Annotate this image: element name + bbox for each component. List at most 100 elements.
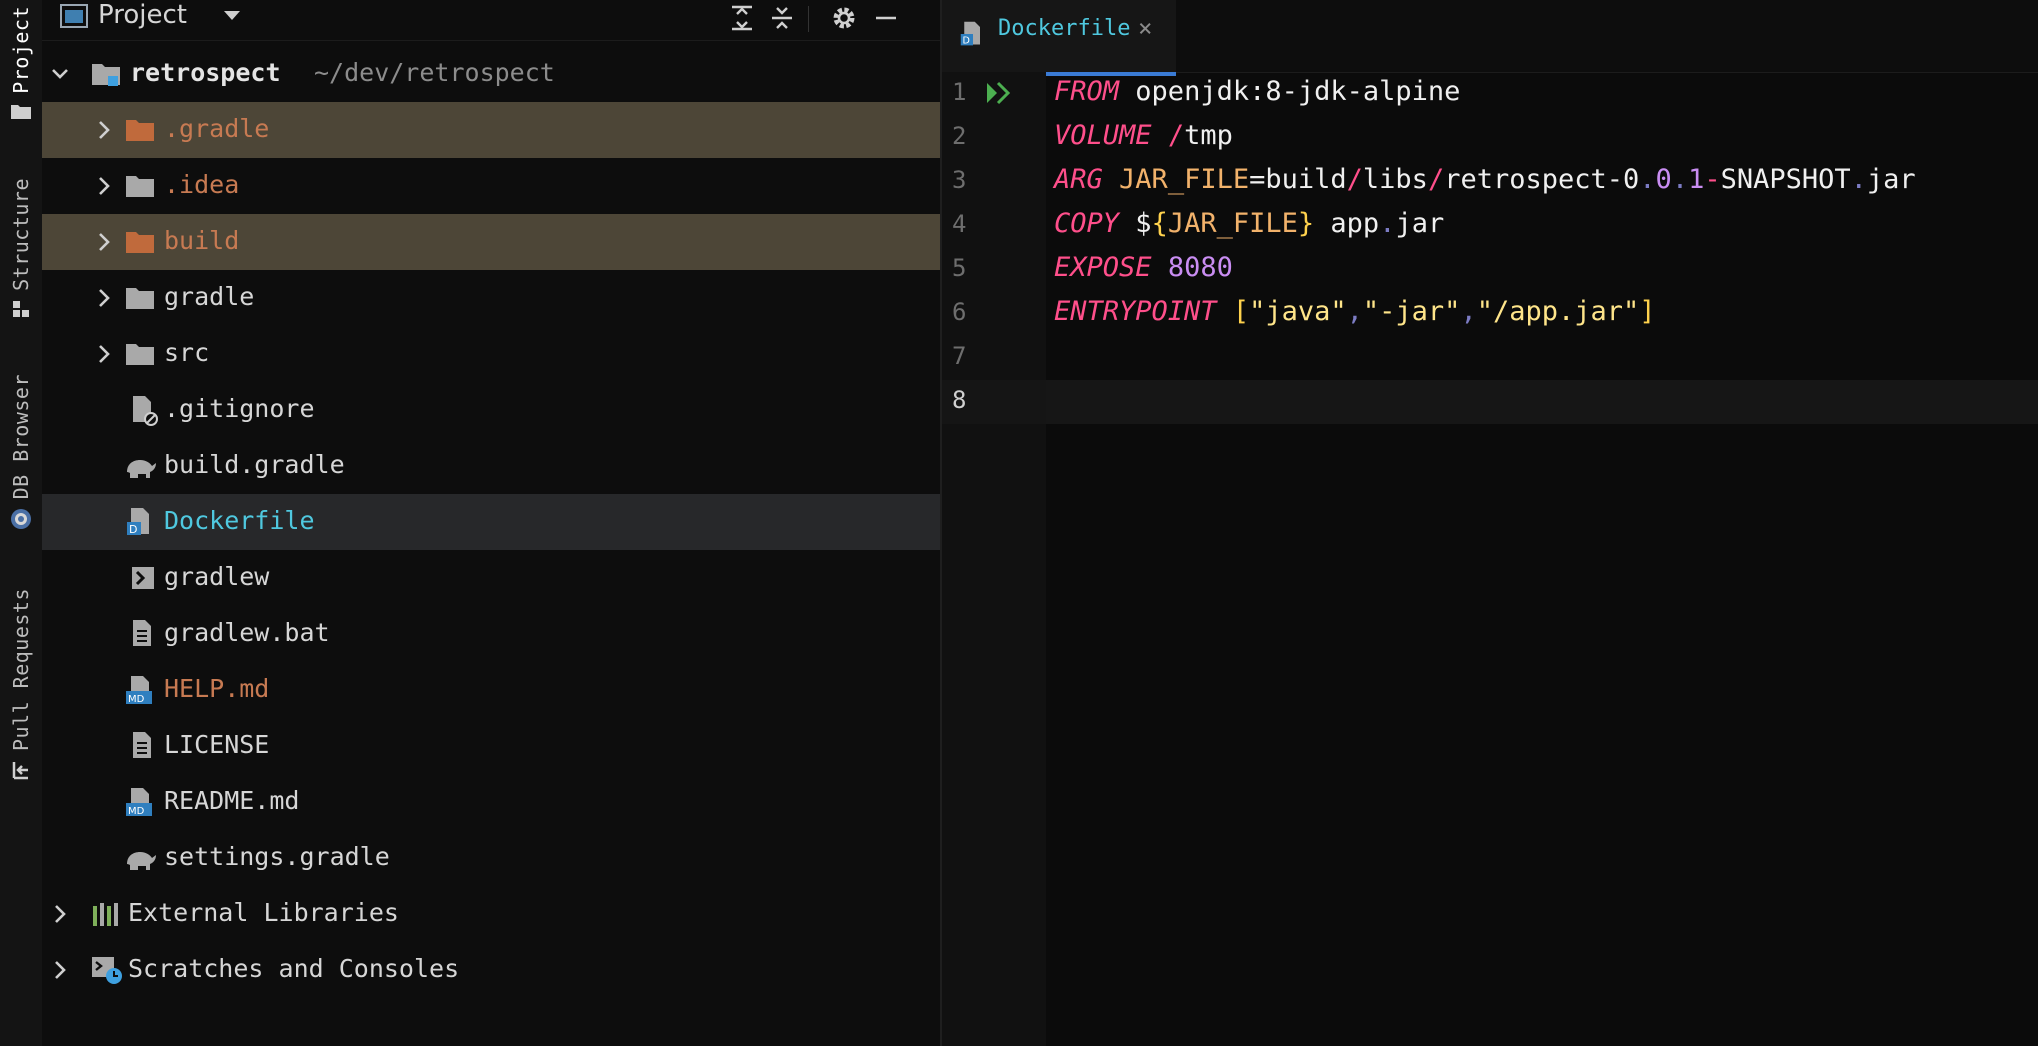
chevron-down-icon[interactable] — [222, 8, 242, 27]
tree-row-file[interactable]: MD HELP.md — [42, 662, 940, 718]
tree-row-folder[interactable]: gradle — [42, 270, 940, 326]
project-view-icon — [60, 4, 88, 34]
tab-label: Dockerfile — [998, 16, 1131, 41]
code-line[interactable]: COPY ${JAR_FILE} app.jar — [1054, 208, 1444, 239]
tree-row-file[interactable]: .gitignore — [42, 382, 940, 438]
run-gutter-icon[interactable] — [984, 80, 1014, 110]
chevron-right-icon[interactable] — [94, 230, 114, 254]
number: 8080 — [1167, 252, 1233, 283]
folder-icon — [124, 282, 158, 314]
dot: . — [1379, 208, 1396, 239]
tree-row-folder[interactable]: src — [42, 326, 940, 382]
code-text: app — [1330, 208, 1380, 239]
string: "-jar" — [1362, 296, 1461, 327]
tree-row-file[interactable]: D Dockerfile — [42, 494, 940, 550]
code-line[interactable]: ENTRYPOINT ["java","-jar","/app.jar"] — [1054, 296, 1656, 327]
string: "java" — [1249, 296, 1347, 327]
tree-row-root[interactable]: retrospect ~/dev/retrospect — [42, 46, 940, 102]
tool-window-strip: Project Structure DB Browser Pull Reques… — [0, 0, 43, 1046]
project-tool-label: Project — [9, 6, 33, 94]
tree-row-file[interactable]: gradlew.bat — [42, 606, 940, 662]
line-number: 4 — [952, 210, 967, 238]
tree-row-folder[interactable]: build — [42, 214, 940, 270]
tree-label: settings.gradle — [164, 842, 390, 871]
chevron-right-icon[interactable] — [94, 118, 114, 142]
tree-label: src — [164, 338, 210, 367]
number: 0 — [1655, 164, 1672, 195]
markdown-file-icon: MD — [124, 786, 158, 818]
chevron-right-icon[interactable] — [50, 902, 70, 926]
tree-label: gradle — [164, 282, 255, 311]
chevron-right-icon[interactable] — [94, 286, 114, 310]
folder-icon — [10, 102, 32, 124]
expand-all-icon[interactable] — [726, 2, 758, 34]
project-panel: Project retrospect ~/dev/retrospect .gra… — [42, 0, 942, 1046]
dockerfile-icon: D — [958, 20, 988, 52]
project-tool-button[interactable]: Project — [0, 6, 42, 124]
ignore-file-icon — [126, 394, 160, 426]
tree-row-file[interactable]: LICENSE — [42, 718, 940, 774]
collapse-all-icon[interactable] — [766, 2, 798, 34]
tree-label: build.gradle — [164, 450, 345, 479]
code-line[interactable]: ARG JAR_FILE=build/libs/retrospect-0.0.1… — [1054, 164, 1916, 195]
project-view-title[interactable]: Project — [98, 0, 187, 30]
chevron-right-icon[interactable] — [50, 958, 70, 982]
code-line[interactable]: EXPOSE 8080 — [1054, 252, 1233, 283]
code-line[interactable]: FROM openjdk:8-jdk-alpine — [1054, 76, 1460, 107]
chevron-right-icon[interactable] — [94, 174, 114, 198]
dash: - — [1704, 164, 1721, 195]
code-text: build — [1265, 164, 1347, 195]
line-number: 3 — [952, 166, 967, 194]
bracket: ] — [1639, 296, 1656, 327]
structure-tool-button[interactable]: Structure — [0, 178, 42, 323]
pull-requests-tool-button[interactable]: Pull Requests — [0, 588, 42, 785]
tree-row-folder[interactable]: .idea — [42, 158, 940, 214]
tree-row-scratches[interactable]: Scratches and Consoles — [42, 942, 940, 998]
bracket: [ — [1232, 296, 1250, 327]
module-folder-icon — [90, 58, 124, 90]
dot: . — [1639, 164, 1656, 195]
line-number: 7 — [952, 342, 967, 370]
tree-row-file[interactable]: settings.gradle — [42, 830, 940, 886]
folder-icon — [124, 170, 158, 202]
keyword: VOLUME — [1054, 120, 1152, 151]
shell-script-icon — [126, 562, 160, 594]
gradle-elephant-icon — [124, 450, 158, 482]
tree-row-folder[interactable]: .gradle — [42, 102, 940, 158]
gradle-elephant-icon — [124, 842, 158, 874]
keyword: EXPOSE — [1054, 252, 1152, 283]
tab-dockerfile[interactable]: D Dockerfile × — [942, 0, 1176, 76]
line-number: 6 — [952, 298, 967, 326]
markdown-file-icon: MD — [124, 674, 158, 706]
scratches-icon — [90, 954, 124, 986]
dollar: $ — [1135, 208, 1152, 239]
chevron-right-icon[interactable] — [94, 342, 114, 366]
variable: JAR_FILE — [1119, 164, 1250, 195]
tree-row-file[interactable]: build.gradle — [42, 438, 940, 494]
brace: } — [1297, 208, 1315, 239]
chevron-down-icon[interactable] — [50, 62, 70, 86]
tree-label: retrospect — [130, 58, 281, 87]
folder-icon — [124, 226, 158, 258]
tree-row-file[interactable]: MD README.md — [42, 774, 940, 830]
code-text: retrospect-0 — [1444, 164, 1640, 195]
text-file-icon — [126, 618, 160, 650]
close-icon[interactable]: × — [1138, 14, 1152, 42]
db-browser-icon — [9, 507, 33, 535]
tree-row-external-libraries[interactable]: External Libraries — [42, 886, 940, 942]
db-browser-tool-button[interactable]: DB Browser — [0, 374, 42, 535]
tree-label: README.md — [164, 786, 300, 815]
tree-row-file[interactable]: gradlew — [42, 550, 940, 606]
db-browser-tool-label: DB Browser — [9, 374, 33, 500]
svg-text:D: D — [129, 523, 137, 536]
pull-requests-tool-label: Pull Requests — [9, 588, 33, 752]
code-line[interactable]: VOLUME /tmp — [1054, 120, 1233, 151]
comma: , — [1460, 296, 1477, 327]
tree-label: gradlew — [164, 562, 270, 591]
comma: , — [1346, 296, 1363, 327]
code-text: SNAPSHOT — [1720, 164, 1851, 195]
keyword: ENTRYPOINT — [1054, 296, 1217, 327]
gear-icon[interactable] — [828, 2, 860, 34]
minimize-icon[interactable] — [870, 2, 902, 34]
svg-text:MD: MD — [128, 694, 145, 705]
